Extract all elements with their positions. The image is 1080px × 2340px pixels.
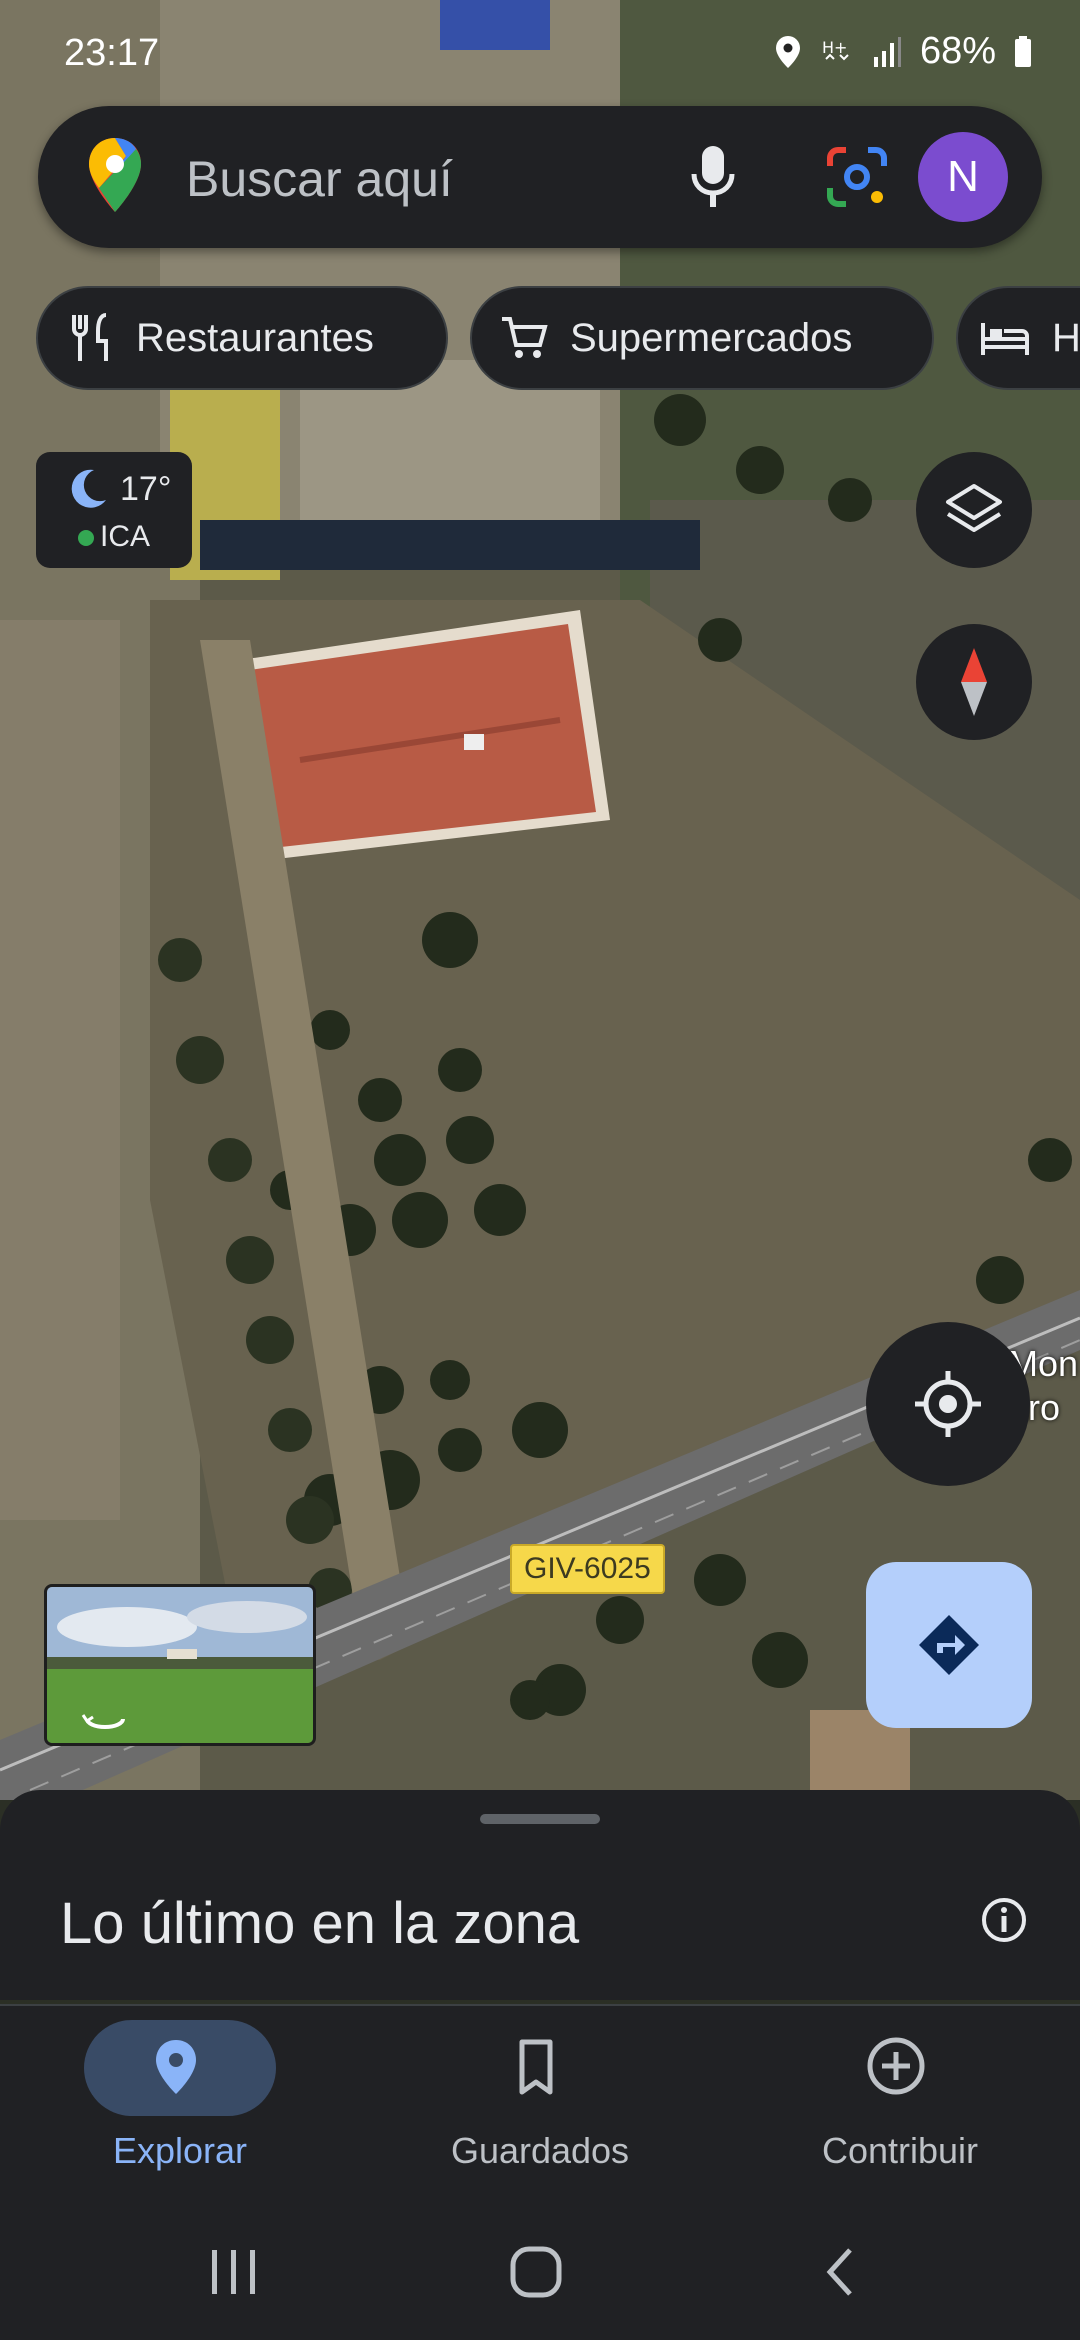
battery-percentage: 68% xyxy=(919,30,996,72)
tab-guardados[interactable]: Guardados xyxy=(360,2006,720,2206)
category-chips: Restaurantes Supermercados H xyxy=(36,286,1080,392)
weather-widget[interactable]: 17° ICA xyxy=(36,452,192,568)
back-icon[interactable] xyxy=(820,2246,860,2298)
tab-explorar[interactable]: Explorar xyxy=(0,2006,360,2206)
layers-button[interactable] xyxy=(916,452,1032,568)
network-hplus-icon: H+ xyxy=(822,38,849,60)
bookmark-icon xyxy=(519,2039,553,2095)
chip-label: Restaurantes xyxy=(136,315,374,360)
map-imagery xyxy=(0,0,1080,1800)
search-bar[interactable]: Buscar aquí N xyxy=(38,106,1042,248)
tab-label: Guardados xyxy=(450,2130,630,2171)
drag-handle[interactable] xyxy=(480,1814,600,1824)
street-view-thumbnail[interactable] xyxy=(44,1584,316,1746)
street-view-image xyxy=(47,1587,313,1743)
shopping-cart-icon xyxy=(502,317,548,358)
microphone-icon[interactable] xyxy=(688,144,738,210)
tab-label: Explorar xyxy=(112,2130,248,2171)
cutlery-icon xyxy=(72,313,108,361)
chip-supermercados[interactable]: Supermercados xyxy=(470,286,934,390)
google-maps-logo-icon xyxy=(89,138,141,212)
info-icon[interactable] xyxy=(980,1896,1028,1944)
clock: 23:17 xyxy=(64,32,160,74)
chip-label: Supermercados xyxy=(570,315,853,360)
bottom-navigation: Explorar Guardados Contribuir xyxy=(0,2004,1080,2206)
explore-sheet[interactable]: Lo último en la zona xyxy=(0,1790,1080,2000)
battery-icon xyxy=(1015,35,1031,67)
road-label: GIV-6025 xyxy=(510,1544,665,1594)
tab-label: Contribuir xyxy=(821,2130,979,2171)
hotel-bed-icon xyxy=(981,323,1029,355)
directions-icon xyxy=(919,1615,979,1675)
chip-hoteles[interactable]: H xyxy=(956,286,1080,390)
system-navigation-bar xyxy=(0,2204,1080,2340)
compass-button[interactable] xyxy=(916,624,1032,740)
chip-label: H xyxy=(1052,315,1080,360)
explore-pin-icon xyxy=(156,2040,196,2094)
satellite-map[interactable] xyxy=(0,0,1080,1800)
my-location-button[interactable] xyxy=(866,1322,1030,1486)
home-icon[interactable] xyxy=(508,2244,564,2300)
air-quality-label: ICA xyxy=(100,520,151,553)
svg-text:H+: H+ xyxy=(822,38,847,57)
status-bar: 23:17 H+ 68% xyxy=(0,0,1080,100)
google-lens-icon[interactable] xyxy=(824,144,890,210)
layers-icon xyxy=(946,484,1002,532)
temperature: 17° xyxy=(120,470,172,508)
tab-contribuir[interactable]: Contribuir xyxy=(720,2006,1080,2206)
moon-icon xyxy=(71,469,106,508)
compass-icon xyxy=(961,648,987,716)
account-avatar[interactable]: N xyxy=(918,132,1008,222)
signal-icon xyxy=(873,36,901,67)
location-icon xyxy=(775,35,800,68)
sheet-title: Lo último en la zona xyxy=(60,1891,580,1956)
add-circle-icon xyxy=(867,2037,925,2095)
search-input[interactable]: Buscar aquí xyxy=(186,150,453,208)
crosshair-icon xyxy=(915,1371,981,1437)
directions-button[interactable] xyxy=(866,1562,1032,1728)
recent-apps-icon[interactable] xyxy=(206,2246,262,2298)
chip-restaurantes[interactable]: Restaurantes xyxy=(36,286,448,390)
air-quality-indicator xyxy=(78,530,94,546)
